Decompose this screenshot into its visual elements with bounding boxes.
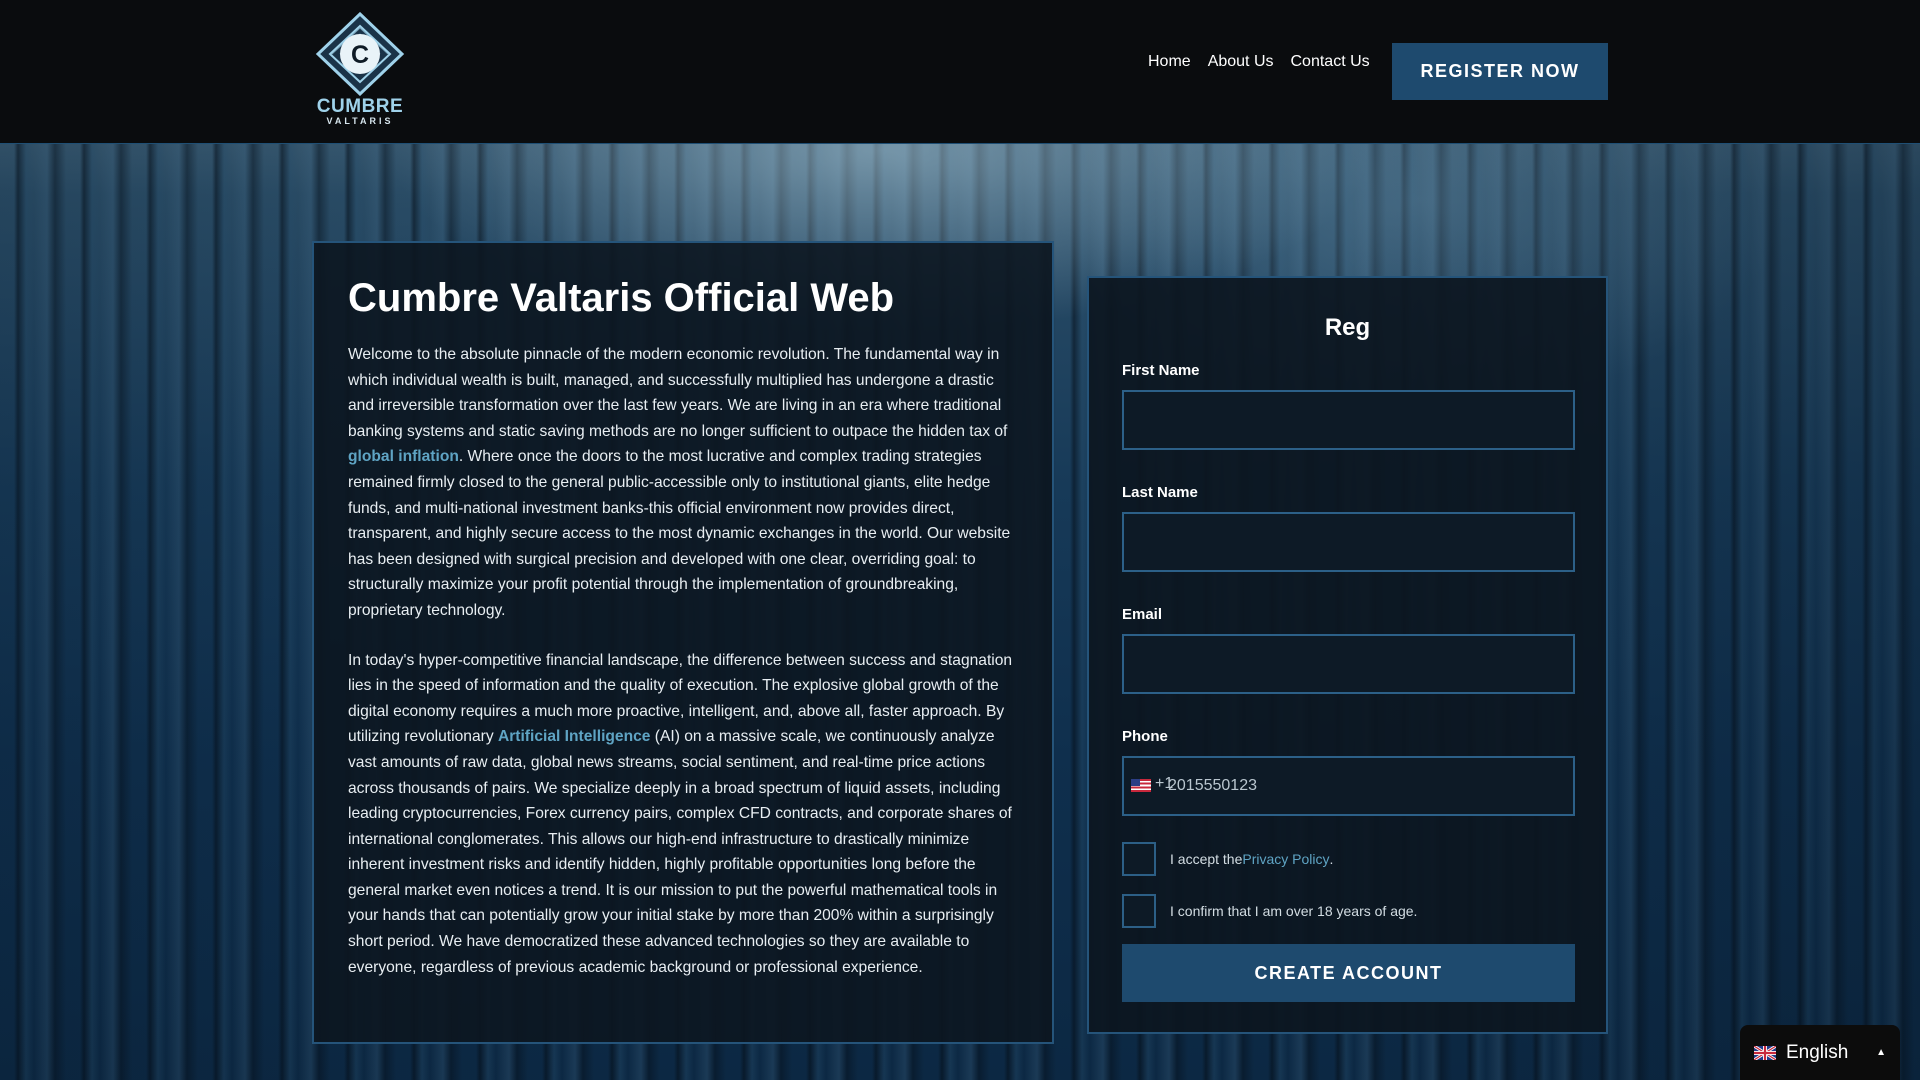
language-label: English bbox=[1786, 1041, 1849, 1063]
last-name-label: Last Name bbox=[1122, 484, 1198, 501]
info-panel: Cumbre Valtaris Official Web Welcome to … bbox=[312, 241, 1054, 1044]
age-checkbox-row: I confirm that I am over 18 years of age… bbox=[1122, 892, 1573, 930]
us-flag-icon[interactable] bbox=[1131, 779, 1151, 792]
email-label: Email bbox=[1122, 606, 1163, 623]
privacy-checkbox-row: I accept the Privacy Policy. bbox=[1122, 840, 1573, 878]
language-selector[interactable]: English ▲ bbox=[1740, 1025, 1900, 1080]
global-inflation-highlight: global inflation bbox=[348, 448, 459, 466]
registration-form: Reg First Name Last Name Email Phone +1 … bbox=[1087, 276, 1608, 1034]
site-logo[interactable]: C CUMBRE VALTARIS bbox=[312, 11, 408, 128]
intro-paragraph: Welcome to the absolute pinnacle of the … bbox=[348, 342, 1018, 624]
caret-up-icon: ▲ bbox=[1876, 1047, 1886, 1058]
age-checkbox[interactable] bbox=[1122, 894, 1156, 928]
logo-diamond-icon: C bbox=[315, 11, 405, 97]
privacy-policy-link[interactable]: Privacy Policy bbox=[1242, 851, 1329, 867]
register-now-button[interactable]: REGISTER NOW bbox=[1392, 43, 1608, 100]
age-confirm-text: I confirm that I am over 18 years of age… bbox=[1170, 903, 1418, 919]
privacy-checkbox[interactable] bbox=[1122, 842, 1156, 876]
form-title: Reg bbox=[1324, 314, 1371, 341]
nav-contact-us[interactable]: Contact Us bbox=[1291, 53, 1370, 71]
ai-text-end: (AI) on a massive scale, we continuously… bbox=[348, 728, 1012, 976]
last-name-input[interactable] bbox=[1122, 512, 1575, 572]
intro-text-end: . Where once the doors to the most lucra… bbox=[348, 448, 1011, 619]
phone-input[interactable] bbox=[1122, 756, 1575, 816]
nav-home[interactable]: Home bbox=[1148, 53, 1191, 71]
phone-field: +1 bbox=[1122, 756, 1575, 816]
nav-about-us[interactable]: About Us bbox=[1208, 53, 1274, 71]
ai-paragraph: In today's hyper-competitive financial l… bbox=[348, 648, 1018, 981]
page-title: Cumbre Valtaris Official Web bbox=[348, 276, 895, 320]
uk-flag-icon bbox=[1754, 1045, 1776, 1060]
phone-label: Phone bbox=[1122, 728, 1168, 745]
email-input[interactable] bbox=[1122, 634, 1575, 694]
main-nav: Home About Us Contact Us bbox=[1148, 53, 1370, 71]
first-name-input[interactable] bbox=[1122, 390, 1575, 450]
first-name-label: First Name bbox=[1122, 362, 1200, 379]
artificial-intelligence-highlight: Artificial Intelligence bbox=[497, 728, 651, 746]
logo-wordmark: CUMBRE bbox=[316, 96, 404, 117]
intro-text-start: Welcome to the absolute pinnacle of the … bbox=[348, 346, 1008, 440]
logo-letter: C bbox=[351, 41, 369, 69]
privacy-suffix: . bbox=[1329, 851, 1334, 867]
privacy-prefix: I accept the bbox=[1170, 851, 1243, 867]
phone-dial-code: +1 bbox=[1155, 775, 1174, 792]
logo-subtitle: VALTARIS bbox=[326, 116, 394, 126]
site-header: C CUMBRE VALTARIS Home About Us Contact … bbox=[0, 0, 1920, 144]
create-account-button[interactable]: CREATE ACCOUNT bbox=[1122, 944, 1575, 1002]
